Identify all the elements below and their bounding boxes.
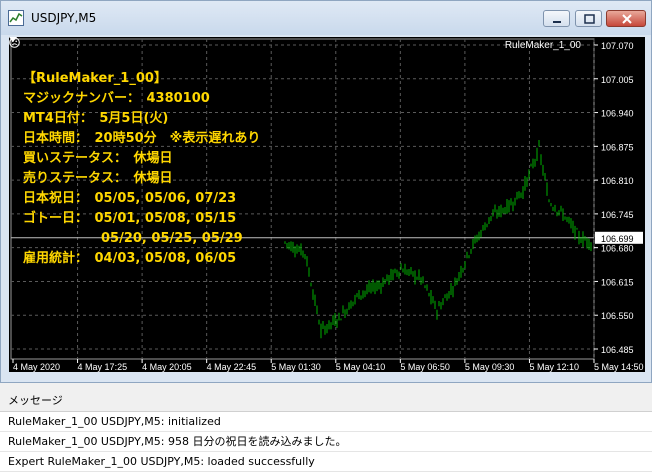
time-tick-label: 5 May 12:10	[529, 362, 579, 372]
current-price-label: 106.699	[601, 234, 634, 244]
messages-header[interactable]: メッセージ	[0, 390, 652, 412]
minimize-button[interactable]	[543, 10, 570, 27]
info-line: 05/20, 05/25, 05/29	[23, 231, 243, 246]
ea-info-panel: 【RuleMaker_1_00】 マジックナンバー： 4380100 MT4日付…	[23, 69, 260, 269]
info-line: マジックナンバー： 4380100	[23, 91, 210, 106]
chart-window-icon	[8, 10, 24, 26]
price-tick-label: 106.810	[601, 176, 634, 186]
window-title: USDJPY,M5	[31, 11, 97, 25]
info-line: 雇用統計： 04/03, 05/08, 06/05	[23, 251, 237, 266]
time-tick-label: 5 May 14:50	[594, 362, 644, 372]
price-tick-label: 107.005	[601, 75, 634, 85]
price-tick-label: 106.745	[601, 210, 634, 220]
close-button[interactable]	[606, 10, 646, 27]
close-icon	[622, 14, 632, 24]
message-row[interactable]: Expert RuleMaker_1_00 USDJPY,M5: loaded …	[0, 452, 652, 472]
time-tick-label: 4 May 17:25	[78, 362, 128, 372]
price-tick-label: 106.940	[601, 109, 634, 119]
info-line: MT4日付： 5月5日(火)	[23, 111, 169, 126]
info-line: 【RuleMaker_1_00】	[23, 71, 167, 86]
time-tick-label: 4 May 20:05	[142, 362, 192, 372]
price-tick-label: 107.070	[601, 41, 634, 51]
restore-icon	[584, 14, 595, 24]
time-tick-label: 4 May 22:45	[207, 362, 257, 372]
messages-panel: メッセージ RuleMaker_1_00 USDJPY,M5: initiali…	[0, 390, 652, 472]
price-chart[interactable]: 107.070 107.005 106.940 106.875 106.810 106.7…	[9, 37, 645, 372]
info-line: 日本祝日： 05/05, 05/06, 07/23	[23, 191, 237, 206]
expert-advisor-label: RuleMaker_1_00	[504, 40, 581, 51]
time-tick-label: 4 May 2020	[13, 362, 60, 372]
info-line: 買いステータス： 休場日	[23, 151, 173, 166]
info-line: 売りステータス： 休場日	[23, 171, 173, 186]
time-tick-label: 5 May 09:30	[465, 362, 515, 372]
price-tick-label: 106.615	[601, 277, 634, 287]
message-row[interactable]: RuleMaker_1_00 USDJPY,M5: initialized	[0, 412, 652, 432]
price-tick-label: 106.875	[601, 142, 634, 152]
chart-window: USDJPY,M5 107.070 107.005 106.940 106.875 10…	[0, 0, 652, 383]
time-tick-label: 5 May 01:30	[271, 362, 321, 372]
time-tick-label: 5 May 06:50	[400, 362, 450, 372]
time-tick-label: 5 May 04:10	[336, 362, 386, 372]
expert-smiley-icon	[9, 37, 20, 48]
price-tick-label: 106.680	[601, 244, 634, 254]
restore-button[interactable]	[575, 10, 602, 27]
price-tick-label: 106.550	[601, 311, 634, 321]
title-bar[interactable]: USDJPY,M5	[1, 1, 651, 35]
minimize-icon	[553, 21, 561, 23]
info-line: 日本時間： 20時50分 ※表示遅れあり	[23, 131, 261, 146]
price-tick-label: 106.485	[601, 345, 634, 355]
info-line: ゴトー日： 05/01, 05/08, 05/15	[23, 211, 237, 226]
message-row[interactable]: RuleMaker_1_00 USDJPY,M5: 958 日分の祝日を読み込み…	[0, 432, 652, 452]
